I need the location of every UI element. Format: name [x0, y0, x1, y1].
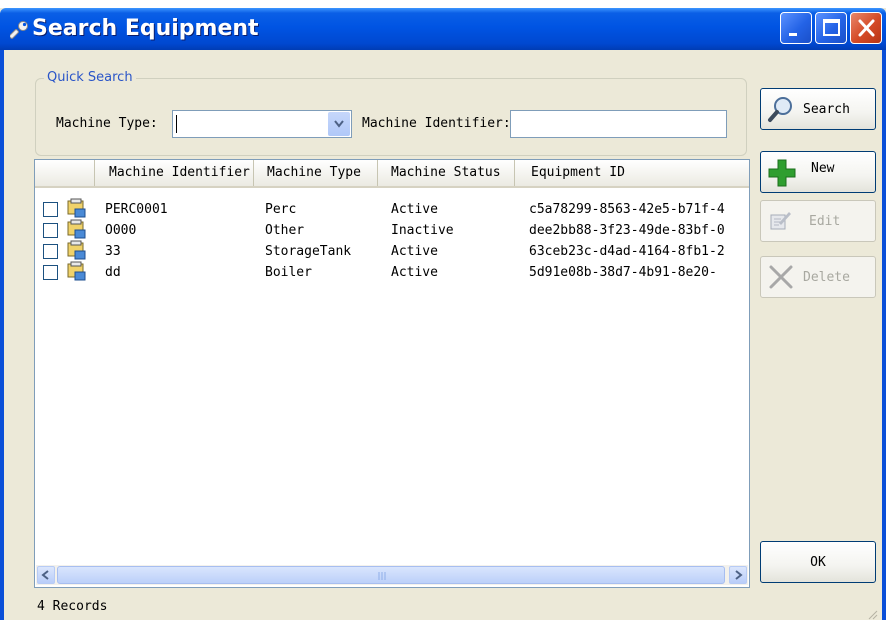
ok-button[interactable]: OK: [760, 541, 876, 583]
machine-type-dropdown[interactable]: [172, 110, 352, 138]
cell-equipment-id: 63ceb23c-d4ad-4164-8fb1-2: [529, 244, 725, 259]
column-header-machine-type[interactable]: Machine Type: [254, 160, 378, 186]
plus-icon: [768, 159, 796, 187]
close-button[interactable]: [850, 12, 882, 44]
window-frame-right: [882, 50, 886, 620]
table-row[interactable]: O000 Other Inactive dee2bb88-3f23-49de-8…: [35, 219, 749, 240]
close-icon: [858, 19, 875, 37]
delete-x-icon: [769, 265, 793, 289]
machine-type-label: Machine Type:: [56, 116, 158, 131]
title-bar[interactable]: Search Equipment: [0, 8, 886, 50]
records-count: 4 Records: [37, 599, 108, 614]
window-frame-left: [0, 50, 4, 620]
cell-machine-type: Boiler: [265, 265, 312, 280]
search-button[interactable]: Search: [760, 88, 876, 130]
table-row[interactable]: PERC0001 Perc Active c5a78299-8563-42e5-…: [35, 198, 749, 219]
table-row[interactable]: 33 StorageTank Active 63ceb23c-d4ad-4164…: [35, 240, 749, 261]
cell-machine-identifier: PERC0001: [105, 202, 168, 217]
column-header-machine-status[interactable]: Machine Status: [378, 160, 515, 186]
chevron-left-icon: [41, 570, 49, 580]
scroll-right-button[interactable]: [729, 566, 747, 584]
row-checkbox[interactable]: [43, 223, 58, 238]
delete-button[interactable]: Delete: [760, 256, 876, 298]
ok-button-label: OK: [810, 555, 826, 570]
window-title: Search Equipment: [32, 16, 259, 41]
column-header-select[interactable]: [35, 160, 95, 186]
cell-machine-status: Active: [391, 202, 438, 217]
cell-equipment-id: dee2bb88-3f23-49de-83bf-0: [529, 223, 725, 238]
equipment-icon: [67, 261, 86, 281]
chevron-right-icon: [735, 570, 743, 580]
maximize-icon: [823, 19, 840, 36]
edit-button-label: Edit: [809, 214, 841, 229]
cell-equipment-id: 5d91e08b-38d7-4b91-8e20-: [529, 265, 717, 280]
cell-machine-status: Active: [391, 244, 438, 259]
row-checkbox[interactable]: [43, 244, 58, 259]
edit-button[interactable]: Edit: [760, 200, 876, 242]
delete-button-label: Delete: [803, 270, 850, 285]
wrench-icon: [10, 21, 28, 39]
table-row[interactable]: dd Boiler Active 5d91e08b-38d7-4b91-8e20…: [35, 261, 749, 282]
machine-identifier-label: Machine Identifier:: [362, 116, 511, 131]
dropdown-arrow-button[interactable]: [328, 112, 350, 136]
horizontal-scrollbar[interactable]: [36, 565, 748, 585]
equipment-list[interactable]: Machine Identifier Machine Type Machine …: [34, 159, 750, 588]
machine-identifier-input[interactable]: [510, 110, 727, 138]
cell-machine-identifier: dd: [105, 265, 121, 280]
chevron-down-icon: [334, 120, 344, 128]
cell-machine-type: Other: [265, 223, 305, 238]
row-checkbox[interactable]: [43, 265, 58, 280]
column-header-equipment-id[interactable]: Equipment ID: [515, 160, 749, 186]
cell-machine-type: Perc: [265, 202, 297, 217]
quick-search-legend: Quick Search: [44, 70, 136, 86]
cell-machine-identifier: 33: [105, 244, 121, 259]
scroll-thumb[interactable]: [57, 566, 725, 584]
equipment-icon: [67, 198, 86, 218]
cell-machine-type: StorageTank: [265, 244, 352, 259]
edit-icon: [770, 212, 791, 230]
new-button-label: New: [811, 161, 835, 176]
cell-equipment-id: c5a78299-8563-42e5-b71f-4: [529, 202, 725, 217]
resize-grip-icon[interactable]: [866, 608, 878, 620]
equipment-icon: [67, 240, 86, 260]
new-button[interactable]: New: [760, 151, 876, 193]
text-caret: [176, 115, 177, 133]
equipment-icon: [67, 219, 86, 239]
list-header: Machine Identifier Machine Type Machine …: [35, 160, 749, 188]
magnifier-icon: [768, 97, 792, 122]
grip-icon: [378, 572, 386, 580]
maximize-button[interactable]: [815, 12, 847, 44]
cell-machine-identifier: O000: [105, 223, 137, 238]
scroll-left-button[interactable]: [37, 566, 55, 584]
search-button-label: Search: [803, 102, 850, 117]
column-header-machine-identifier[interactable]: Machine Identifier: [95, 160, 254, 186]
search-equipment-window: Search Equipment Quick Search Machine Ty…: [0, 8, 886, 620]
minimize-button[interactable]: [780, 12, 812, 44]
quick-search-group: Quick Search Machine Type: Machine Ident…: [35, 70, 747, 156]
minimize-icon: [789, 33, 797, 36]
row-checkbox[interactable]: [43, 202, 58, 217]
cell-machine-status: Active: [391, 265, 438, 280]
cell-machine-status: Inactive: [391, 223, 454, 238]
